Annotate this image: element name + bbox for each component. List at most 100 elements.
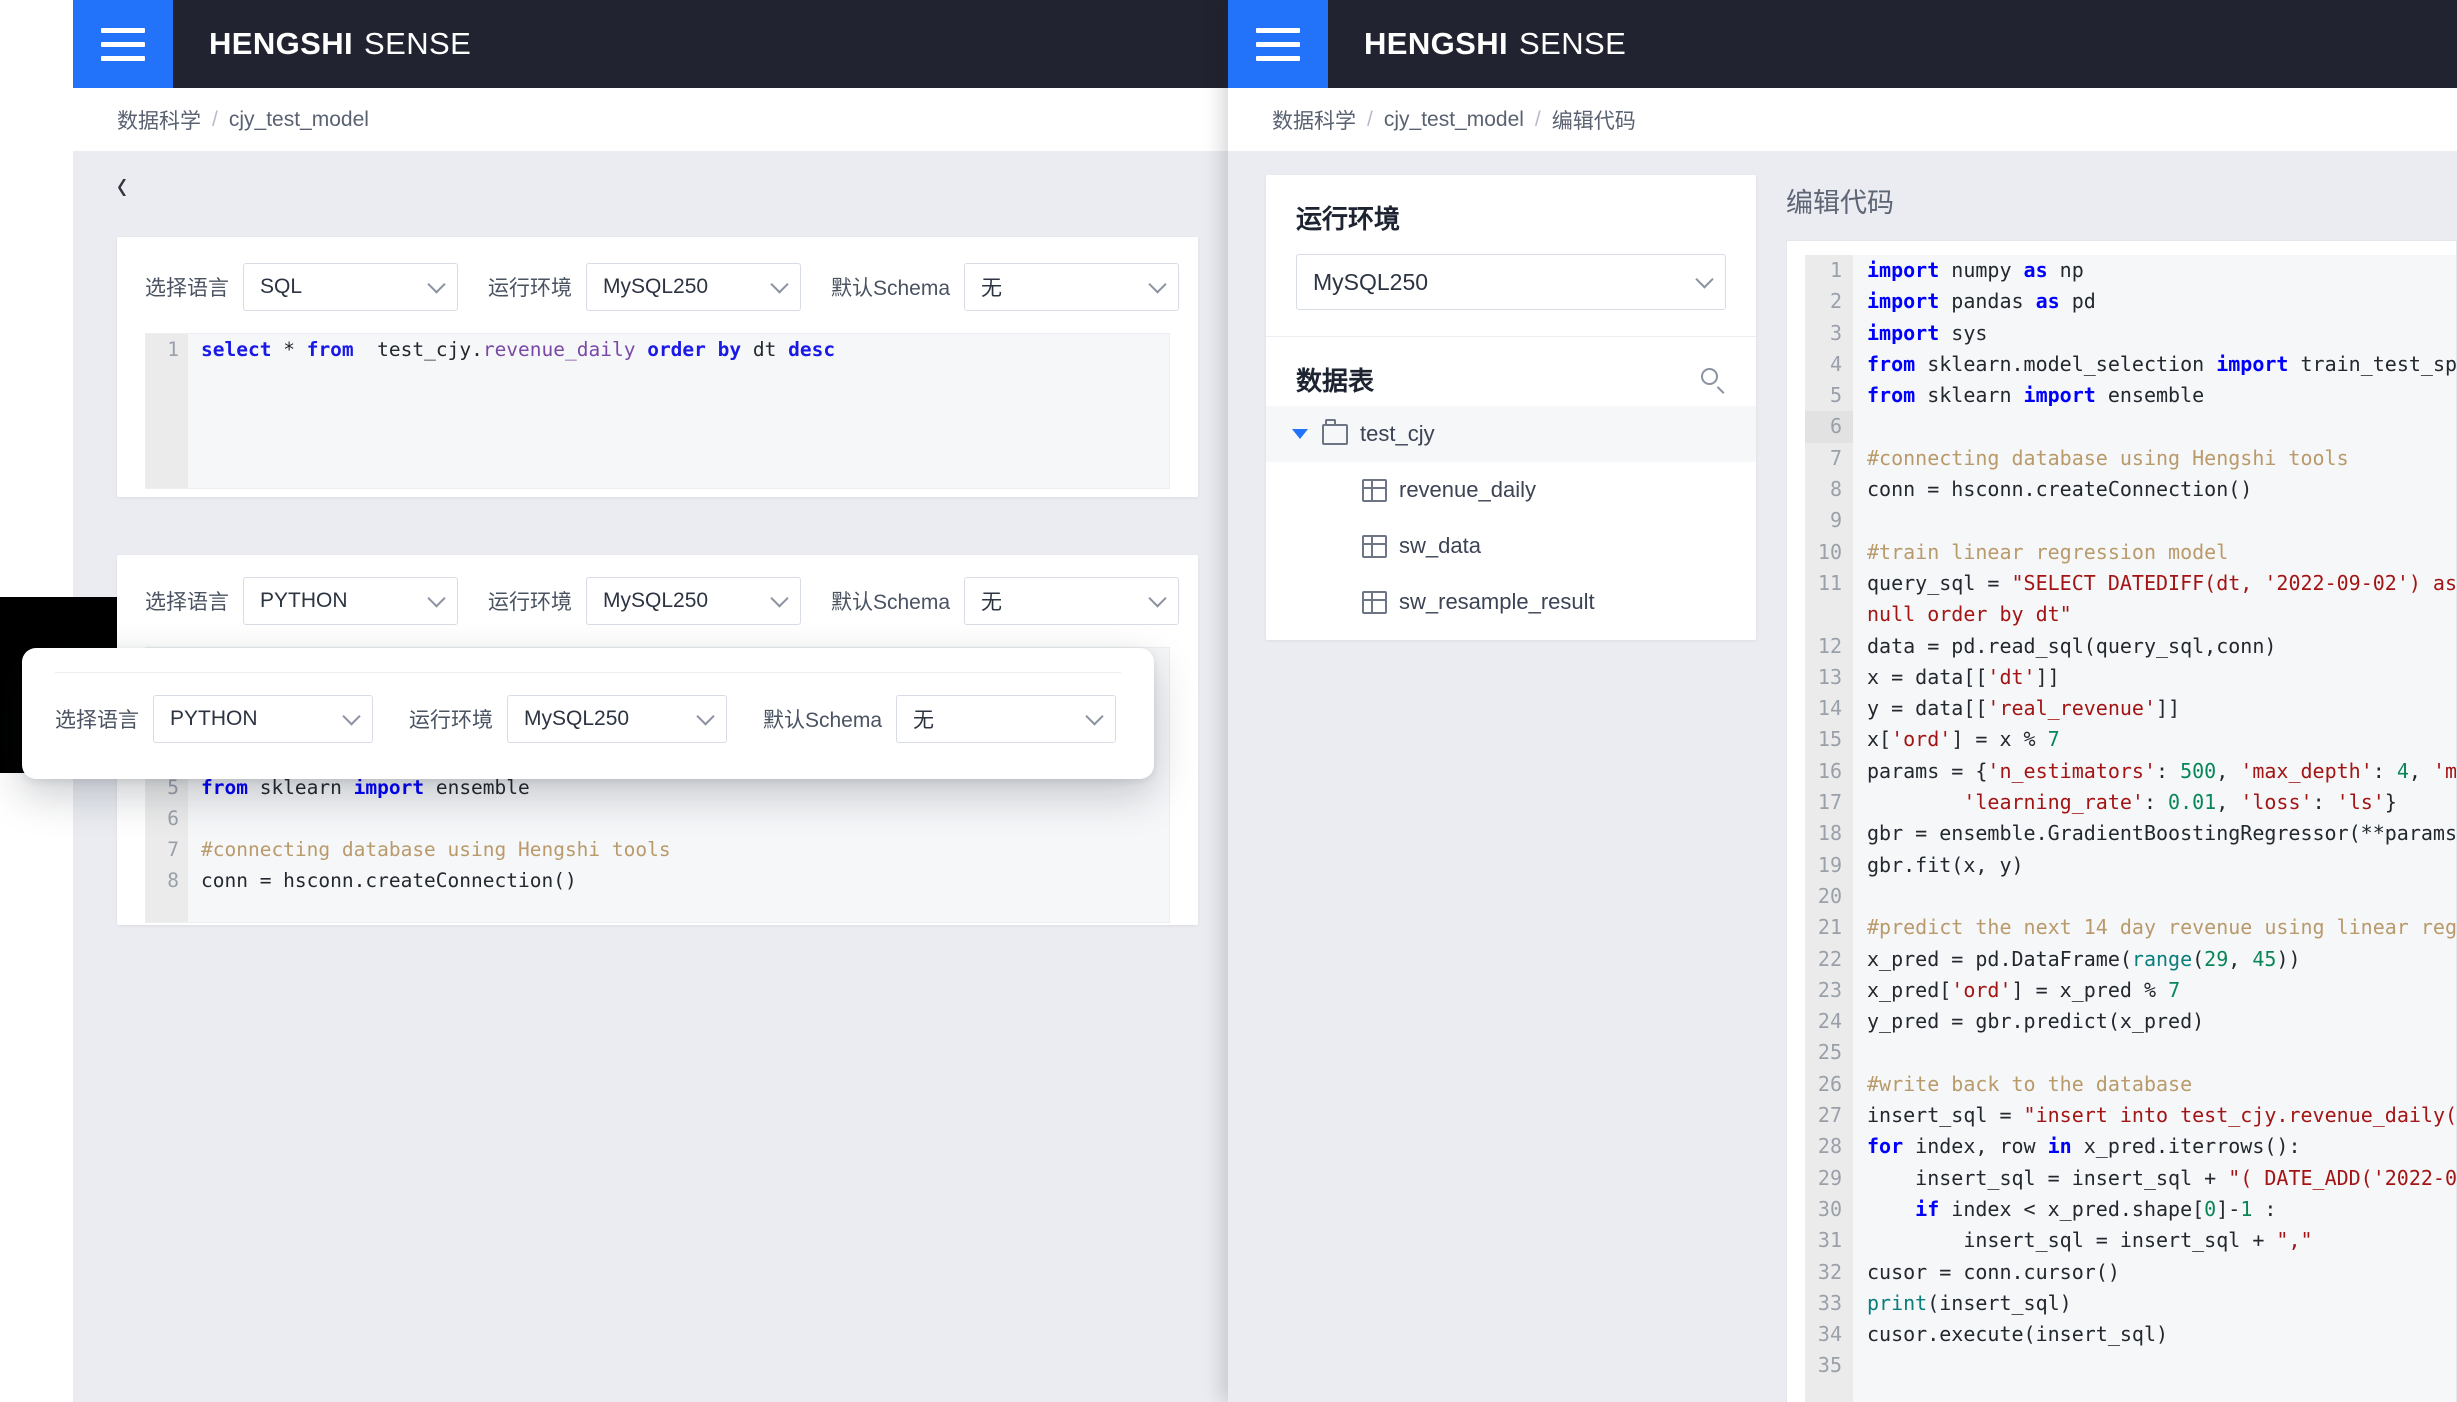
code-line-number: 26 <box>1817 1071 1842 1096</box>
python-language-select[interactable]: PYTHON <box>243 577 458 625</box>
code-line-text: cusor = conn.cursor() <box>1867 1259 2120 1284</box>
code-line-number: 8 <box>167 869 179 892</box>
tree-node-root[interactable]: test_cjy <box>1266 406 1756 462</box>
right-app-window: HENGSHI SENSE 数据科学 / cjy_test_model / 编辑… <box>1228 0 2457 1402</box>
code-line: 23 x_pred['ord'] = x_pred % 7 <box>1805 975 2456 1006</box>
language-settings-popup: 选择语言 PYTHON 运行环境 MySQL250 默认Schema 无 <box>22 648 1154 779</box>
code-line-text: insert_sql = insert_sql + "( DATE_ADD('2… <box>1867 1165 2457 1190</box>
breadcrumb-item-3[interactable]: 编辑代码 <box>1552 105 1636 135</box>
breadcrumb-item-2[interactable]: cjy_test_model <box>229 108 369 132</box>
caret-down-icon[interactable] <box>1292 429 1308 439</box>
back-chevron-icon[interactable]: ‹ <box>117 164 127 208</box>
code-line-text: from sklearn.model_selection import trai… <box>1867 351 2457 376</box>
sql-code-editor[interactable]: 1 select * from test_cjy.revenue_daily or… <box>145 333 1170 489</box>
popup-schema-select[interactable]: 无 <box>896 695 1117 743</box>
code-line: 30 if index < x_pred.shape[0]-1 : <box>1805 1194 2456 1225</box>
code-line-text: #predict the next 14 day revenue using l… <box>1867 915 2457 940</box>
code-line: 11 query_sql = "SELECT DATEDIFF(dt, '2022… <box>1805 568 2456 599</box>
code-line-number: 9 <box>1829 508 1842 533</box>
code-line-number: 3 <box>1829 320 1842 345</box>
breadcrumb-item-1[interactable]: 数据科学 <box>1272 105 1356 135</box>
code-line: 6 <box>1805 411 2456 443</box>
code-line: 35 <box>1805 1350 2456 1381</box>
code-line: 17 'learning_rate': 0.01, 'loss': 'ls'} <box>1805 787 2456 818</box>
python-code-editor-main[interactable]: 1 import numpy as np 2 import pandas as pd 3… <box>1786 240 2457 1402</box>
code-line-number: 11 <box>1817 570 1842 595</box>
code-line-number: 34 <box>1817 1322 1842 1347</box>
python-schema-value: 无 <box>981 591 1003 614</box>
python-controls-row: 选择语言 PYTHON 运行环境 MySQL250 默认Schema 无 <box>117 577 1198 625</box>
popup-language-select[interactable]: PYTHON <box>153 695 373 743</box>
code-line-text: x_pred['ord'] = x_pred % 7 <box>1867 977 2181 1002</box>
code-line: null order by dt" <box>1805 599 2456 630</box>
back-bar: ‹ <box>73 151 1228 221</box>
breadcrumb-separator: / <box>1534 107 1541 131</box>
code-line: 13 x = data[['dt']] <box>1805 662 2456 693</box>
tree-node-table[interactable]: sw_resample_result <box>1266 574 1756 630</box>
code-line-number: 30 <box>1817 1196 1842 1221</box>
table-icon <box>1362 478 1387 502</box>
code-line: 12 data = pd.read_sql(query_sql,conn) <box>1805 631 2456 662</box>
menu-icon[interactable] <box>1228 0 1328 88</box>
left-breadcrumb: 数据科学 / cjy_test_model <box>73 88 1228 151</box>
sql-language-select[interactable]: SQL <box>243 263 458 311</box>
code-line: 1 select * from test_cjy.revenue_daily or… <box>146 334 1169 365</box>
tree-node-table[interactable]: revenue_daily <box>1266 462 1756 518</box>
code-line-text: if index < x_pred.shape[0]-1 : <box>1915 1196 2277 1221</box>
sql-controls-row: 选择语言 SQL 运行环境 MySQL250 默认Schema 无 <box>117 263 1198 311</box>
code-line-text: from sklearn import ensemble <box>1867 383 2205 408</box>
chevron-down-icon <box>770 275 789 294</box>
code-line: 28 for index, row in x_pred.iterrows(): <box>1805 1131 2456 1162</box>
code-line-text: gbr = ensemble.GradientBoostingRegressor… <box>1867 821 2457 846</box>
popup-env-select[interactable]: MySQL250 <box>507 695 727 743</box>
python-schema-select[interactable]: 无 <box>964 577 1180 625</box>
code-line: 19 gbr.fit(x, y) <box>1805 850 2456 881</box>
code-line-number: 13 <box>1817 664 1842 689</box>
code-line-text: import numpy as np <box>1867 258 2084 282</box>
popup-env-value: MySQL250 <box>524 707 630 730</box>
env-section: 运行环境 MySQL250 <box>1266 175 1756 336</box>
tree-node-table[interactable]: sw_data <box>1266 518 1756 574</box>
folder-icon <box>1322 418 1348 445</box>
sql-env-select[interactable]: MySQL250 <box>586 263 801 311</box>
left-topbar: HENGSHI SENSE <box>73 0 1228 88</box>
code-line-text: x_pred = pd.DataFrame(range(29, 45)) <box>1867 946 2301 971</box>
code-line: 21 #predict the next 14 day revenue using… <box>1805 912 2456 943</box>
popup-language-value: PYTHON <box>170 707 258 730</box>
menu-icon[interactable] <box>73 0 173 88</box>
python-env-select[interactable]: MySQL250 <box>586 577 801 625</box>
python-schema-label: 默认Schema <box>831 591 951 614</box>
breadcrumb-item-2[interactable]: cjy_test_model <box>1384 108 1524 132</box>
code-line-number: 5 <box>1829 383 1842 408</box>
code-line-number: 6 <box>1805 411 1853 443</box>
code-line-number: 23 <box>1817 977 1842 1002</box>
code-line-text: #connecting database using Hengshi tools <box>201 838 671 861</box>
tree-node-label: sw_resample_result <box>1399 589 1595 614</box>
code-line-text: params = {'n_estimators': 500, 'max_dept… <box>1867 758 2457 783</box>
code-line-number: 10 <box>1817 539 1842 564</box>
code-line: 22 x_pred = pd.DataFrame(range(29, 45)) <box>1805 944 2456 975</box>
code-line-text: y_pred = gbr.predict(x_pred) <box>1867 1009 2205 1034</box>
env-select[interactable]: MySQL250 <box>1296 254 1726 310</box>
code-line: 8 conn = hsconn.createConnection() <box>1805 474 2456 505</box>
code-line-number: 33 <box>1817 1290 1842 1315</box>
popup-controls-row: 选择语言 PYTHON 运行环境 MySQL250 默认Schema 无 <box>22 673 1154 769</box>
code-line: 1 import numpy as np <box>1805 255 2456 286</box>
tree-node-label: test_cjy <box>1360 421 1435 446</box>
chevron-down-icon <box>342 707 361 726</box>
code-line-text: #connecting database using Hengshi tools <box>1867 445 2349 470</box>
breadcrumb-item-1[interactable]: 数据科学 <box>117 105 201 135</box>
sql-schema-select[interactable]: 无 <box>964 263 1180 311</box>
search-icon[interactable] <box>1700 367 1726 395</box>
app-brand: HENGSHI SENSE <box>173 0 471 88</box>
code-line: 31 insert_sql = insert_sql + "," <box>1805 1225 2456 1256</box>
python-env-value: MySQL250 <box>603 589 709 612</box>
code-line: 26 #write back to the database <box>1805 1069 2456 1100</box>
python-env-label: 运行环境 <box>488 591 572 614</box>
code-line-number: 15 <box>1817 727 1842 752</box>
